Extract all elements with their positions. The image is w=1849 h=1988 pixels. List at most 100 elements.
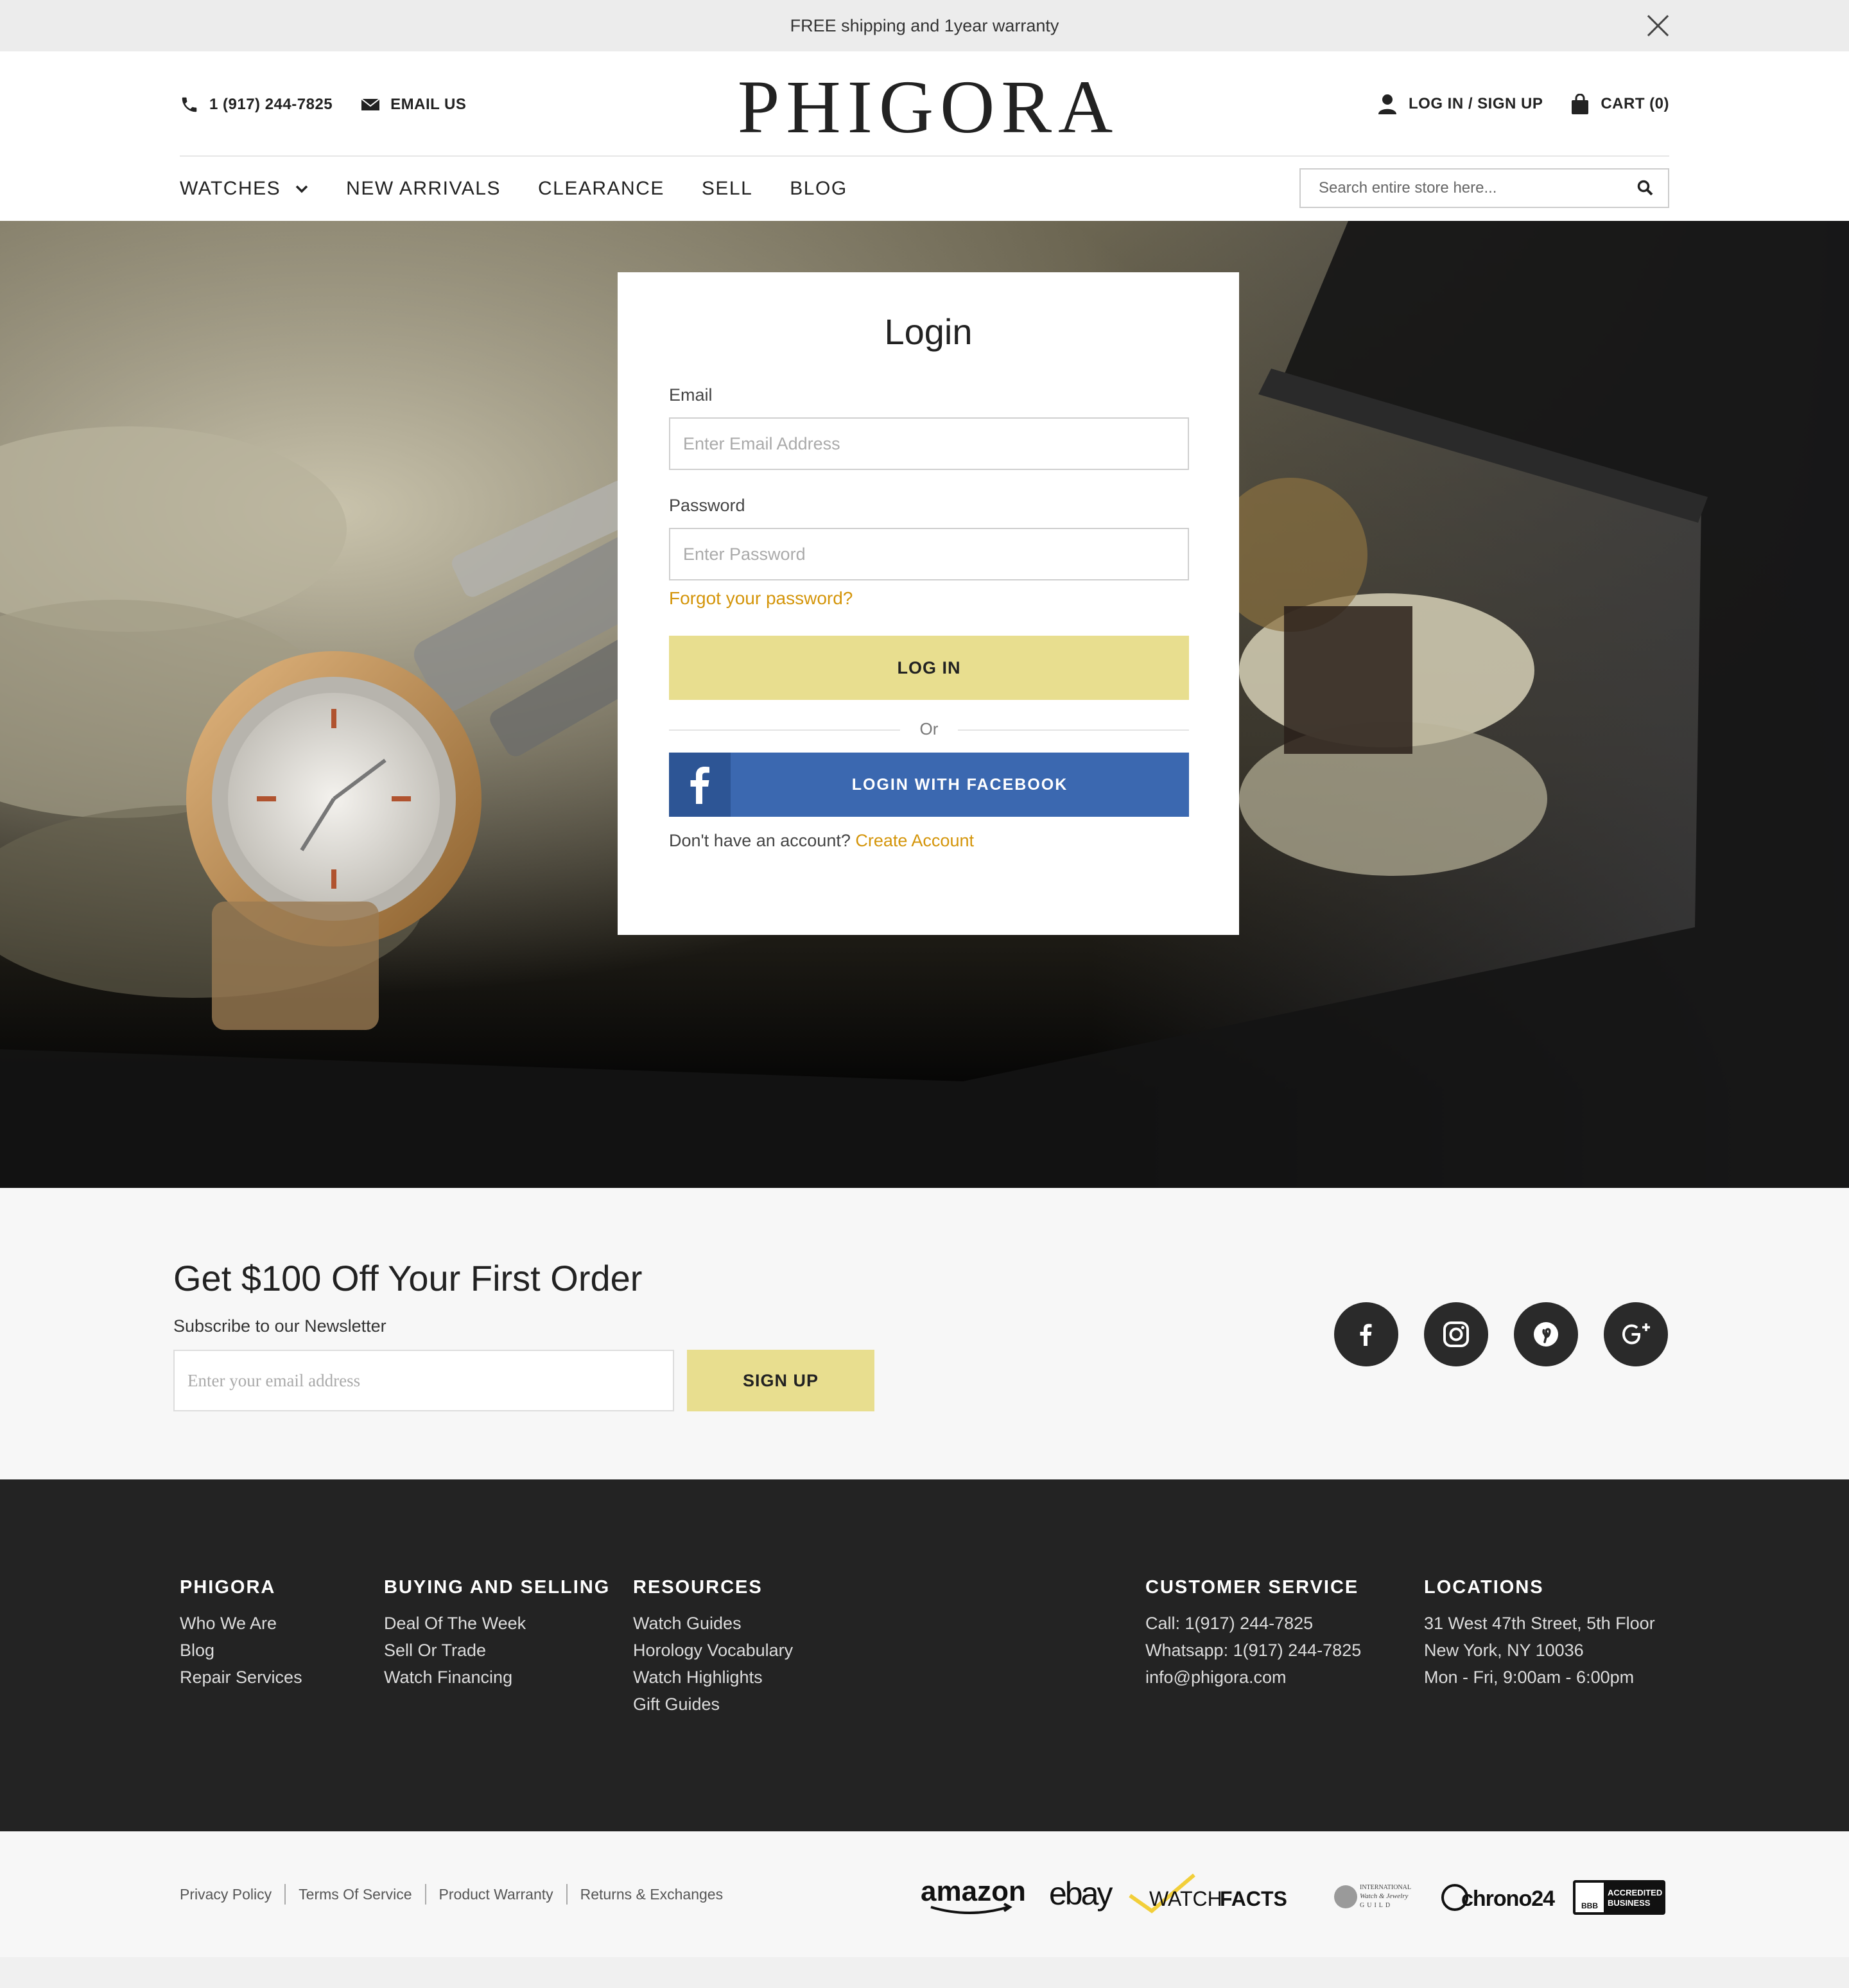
returns-exchanges-link[interactable]: Returns & Exchanges	[580, 1886, 723, 1903]
footer-col-resources: RESOURCES Watch Guides Horology Vocabula…	[633, 1577, 793, 1718]
facebook-login-button[interactable]: LOGIN WITH FACEBOOK	[669, 753, 1189, 817]
svg-text:FACTS: FACTS	[1220, 1887, 1287, 1910]
forgot-password-link[interactable]: Forgot your password?	[669, 588, 853, 609]
email-label: Email	[669, 385, 713, 405]
footer-address-line2: New York, NY 10036	[1424, 1641, 1584, 1660]
svg-text:BBB: BBB	[1581, 1901, 1598, 1910]
cart-link[interactable]: CART (0)	[1571, 94, 1669, 114]
svg-text:ACCREDITED: ACCREDITED	[1608, 1888, 1662, 1897]
sign-up-button[interactable]: SIGN UP	[687, 1350, 874, 1411]
header-contact: 1 (917) 244-7825 EMAIL US	[180, 95, 466, 114]
footer-link-watch-guides[interactable]: Watch Guides	[633, 1610, 793, 1637]
google-plus-icon[interactable]	[1604, 1302, 1668, 1366]
footer-heading: BUYING AND SELLING	[384, 1577, 611, 1598]
nav-item-watches[interactable]: WATCHES	[180, 178, 309, 200]
login-signup-link[interactable]: LOG IN / SIGN UP	[1378, 94, 1543, 114]
login-card: Login Email Password Forgot your passwor…	[618, 272, 1239, 935]
footer-link-watch-highlights[interactable]: Watch Highlights	[633, 1664, 793, 1691]
ebay-logo: ebay	[1049, 1876, 1113, 1912]
create-account-link[interactable]: Create Account	[855, 831, 974, 850]
svg-text:chrono24: chrono24	[1461, 1887, 1555, 1911]
phone-link[interactable]: 1 (917) 244-7825	[180, 95, 333, 114]
footer-whatsapp[interactable]: Whatsapp: 1(917) 244-7825	[1145, 1637, 1361, 1664]
header-account: LOG IN / SIGN UP CART (0)	[1378, 94, 1669, 114]
login-hero: Login Email Password Forgot your passwor…	[0, 221, 1849, 1188]
svg-text:Watch & Jewelry: Watch & Jewelry	[1360, 1892, 1408, 1900]
social-links	[1334, 1302, 1668, 1366]
footer-col-phigora: PHIGORA Who We Are Blog Repair Services	[180, 1577, 302, 1691]
site-footer: PHIGORA Who We Are Blog Repair Services …	[0, 1479, 1849, 1831]
announcement-bar: FREE shipping and 1year warranty	[0, 0, 1849, 51]
login-signup-label: LOG IN / SIGN UP	[1408, 95, 1543, 112]
footer-link-blog[interactable]: Blog	[180, 1637, 302, 1664]
shopping-bag-icon	[1572, 94, 1589, 114]
pinterest-icon[interactable]	[1514, 1302, 1578, 1366]
search-icon[interactable]	[1637, 180, 1654, 196]
password-label: Password	[669, 496, 745, 515]
footer-call[interactable]: Call: 1(917) 244-7825	[1145, 1610, 1361, 1637]
logo-text: PHIGORA	[738, 69, 1120, 140]
footer-link-repair-services[interactable]: Repair Services	[180, 1664, 302, 1691]
site-header: 1 (917) 244-7825 EMAIL US PHIGORA LOG IN…	[0, 51, 1849, 221]
password-field[interactable]	[669, 528, 1189, 580]
phone-number: 1 (917) 244-7825	[209, 96, 333, 113]
close-icon[interactable]	[1646, 14, 1669, 37]
log-in-button[interactable]: LOG IN	[669, 636, 1189, 700]
newsletter-subtitle: Subscribe to our Newsletter	[173, 1316, 386, 1336]
footer-link-who-we-are[interactable]: Who We Are	[180, 1610, 302, 1637]
facebook-icon[interactable]	[1334, 1302, 1398, 1366]
page-bottom-strip	[0, 1957, 1849, 1988]
footer-link-horology-vocabulary[interactable]: Horology Vocabulary	[633, 1637, 793, 1664]
separator	[424, 1884, 426, 1905]
bbb-accredited-business-logo: BBB ACCREDITED BUSINESS	[1573, 1880, 1665, 1915]
international-watch-jewelry-guild-logo: INTERNATIONAL Watch & Jewelry GUILD	[1334, 1884, 1411, 1909]
header-top: 1 (917) 244-7825 EMAIL US PHIGORA LOG IN…	[180, 51, 1669, 157]
no-account-row: Don't have an account? Create Account	[669, 831, 974, 851]
nav-item-blog[interactable]: BLOG	[790, 178, 847, 200]
footer-address-line1: 31 West 47th Street, 5th Floor	[1424, 1614, 1655, 1633]
nav-label-clearance: CLEARANCE	[538, 178, 664, 199]
announcement-text: FREE shipping and 1year warranty	[790, 15, 1059, 35]
amazon-logo: amazon	[921, 1876, 1026, 1914]
facebook-button-label: LOGIN WITH FACEBOOK	[851, 776, 1068, 794]
facebook-icon	[669, 753, 731, 817]
footer-email[interactable]: info@phigora.com	[1145, 1664, 1361, 1691]
store-search	[1299, 168, 1669, 208]
phone-icon	[182, 97, 197, 112]
email-field[interactable]	[669, 417, 1189, 470]
partner-logos: amazon ebay WATCH FACTS INTERNATIONAL Wa…	[921, 1873, 1665, 1915]
watchfacts-logo: WATCH FACTS	[1129, 1873, 1287, 1914]
terms-of-service-link[interactable]: Terms Of Service	[299, 1886, 412, 1903]
chevron-down-icon	[295, 185, 308, 193]
footer-hours: Mon - Fri, 9:00am - 6:00pm	[1424, 1668, 1635, 1687]
legal-links: Privacy Policy Terms Of Service Product …	[180, 1884, 723, 1905]
product-warranty-link[interactable]: Product Warranty	[439, 1886, 553, 1903]
newsletter-title: Get $100 Off Your First Order	[173, 1258, 643, 1298]
or-divider: Or	[669, 717, 1189, 742]
instagram-icon[interactable]	[1424, 1302, 1488, 1366]
footer-heading: CUSTOMER SERVICE	[1145, 1577, 1359, 1598]
email-us-link[interactable]: EMAIL US	[361, 96, 466, 114]
footer-link-watch-financing[interactable]: Watch Financing	[384, 1664, 610, 1691]
search-input[interactable]	[1301, 170, 1622, 207]
footer-link-sell-or-trade[interactable]: Sell Or Trade	[384, 1637, 610, 1664]
footer-link-gift-guides[interactable]: Gift Guides	[633, 1691, 793, 1718]
footer-heading: RESOURCES	[633, 1577, 763, 1598]
main-nav: WATCHES NEW ARRIVALS CLEARANCE SELL BLOG	[180, 164, 885, 213]
nav-item-sell[interactable]: SELL	[702, 178, 752, 200]
svg-text:WATCH: WATCH	[1149, 1887, 1222, 1910]
nav-item-new-arrivals[interactable]: NEW ARRIVALS	[346, 178, 501, 200]
footer-heading: LOCATIONS	[1424, 1577, 1544, 1598]
login-title: Login	[884, 311, 973, 352]
or-text: Or	[919, 719, 939, 738]
svg-text:BUSINESS: BUSINESS	[1608, 1898, 1651, 1908]
newsletter-email-input[interactable]	[173, 1350, 674, 1411]
privacy-policy-link[interactable]: Privacy Policy	[180, 1886, 272, 1903]
nav-label-sell: SELL	[701, 178, 753, 199]
email-us-label: EMAIL US	[390, 96, 467, 113]
phigora-logo[interactable]: PHIGORA	[716, 69, 1140, 140]
newsletter-section: Get $100 Off Your First Order Subscribe …	[0, 1188, 1849, 1479]
footer-link-deal-of-the-week[interactable]: Deal Of The Week	[384, 1610, 610, 1637]
footer-col-customer-service: CUSTOMER SERVICE Call: 1(917) 244-7825 W…	[1145, 1577, 1361, 1691]
nav-item-clearance[interactable]: CLEARANCE	[538, 178, 664, 200]
